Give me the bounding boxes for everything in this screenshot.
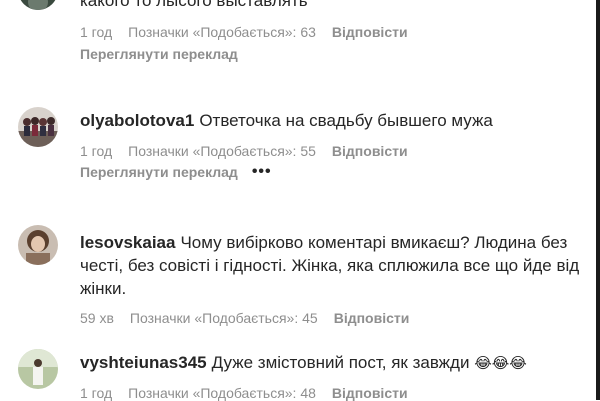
comment-meta: 1 год Позначки «Подобається»: 55 Відпові… bbox=[80, 143, 424, 159]
comment-body: Дуже змістовний пост, як завжди bbox=[211, 353, 470, 372]
see-translation-link[interactable]: Переглянути переклад bbox=[80, 164, 238, 180]
avatar[interactable] bbox=[18, 107, 58, 147]
comment-text: lesovskaiaa Чому вибірково коментарі вмик… bbox=[80, 231, 580, 300]
reply-button[interactable]: Відповісти bbox=[332, 143, 408, 159]
translate-row: Переглянути переклад bbox=[80, 46, 238, 62]
translate-row: Переглянути переклад ••• bbox=[80, 163, 272, 181]
see-translation-link[interactable]: Переглянути переклад bbox=[80, 46, 238, 62]
comment-time[interactable]: 1 год bbox=[80, 385, 112, 401]
comment-time[interactable]: 1 год bbox=[80, 143, 112, 159]
likes-count[interactable]: Позначки «Подобається»: 48 bbox=[128, 385, 316, 401]
avatar[interactable] bbox=[18, 349, 58, 389]
reply-button[interactable]: Відповісти bbox=[334, 310, 410, 326]
username-link[interactable]: vyshteiunas345 bbox=[80, 353, 207, 372]
comment-meta: 1 год Позначки «Подобається»: 48 Відпові… bbox=[80, 385, 424, 401]
likes-count[interactable]: Позначки «Подобається»: 63 bbox=[128, 24, 316, 40]
comment-time[interactable]: 59 хв bbox=[80, 310, 114, 326]
comment-meta: 1 год Позначки «Подобається»: 63 Відпові… bbox=[80, 24, 424, 40]
avatar[interactable] bbox=[18, 225, 58, 265]
username-link[interactable]: lesovskaiaa bbox=[80, 233, 175, 252]
username-link[interactable]: olyabolotova1 bbox=[80, 111, 194, 130]
comment-time[interactable]: 1 год bbox=[80, 24, 112, 40]
laugh-emoji-icon: 😂😂😂 bbox=[474, 355, 527, 372]
comment-text: olyabolotova1 Ответочка на свадьбу бывшег… bbox=[80, 109, 580, 132]
likes-count[interactable]: Позначки «Подобається»: 45 bbox=[130, 310, 318, 326]
avatar[interactable] bbox=[18, 0, 58, 10]
comment-meta: 59 хв Позначки «Подобається»: 45 Відпові… bbox=[80, 310, 425, 326]
reply-button[interactable]: Відповісти bbox=[332, 385, 408, 401]
more-options-icon[interactable]: ••• bbox=[252, 163, 272, 181]
comment-text: какого то лысого выставлять bbox=[80, 0, 580, 12]
comment-text: vyshteiunas345 Дуже змістовний пост, як з… bbox=[80, 351, 580, 375]
comment-body: какого то лысого выставлять bbox=[80, 0, 308, 10]
window-edge bbox=[596, 0, 600, 400]
likes-count[interactable]: Позначки «Подобається»: 55 bbox=[128, 143, 316, 159]
reply-button[interactable]: Відповісти bbox=[332, 24, 408, 40]
comment-body: Ответочка на свадьбу бывшего мужа bbox=[199, 111, 493, 130]
